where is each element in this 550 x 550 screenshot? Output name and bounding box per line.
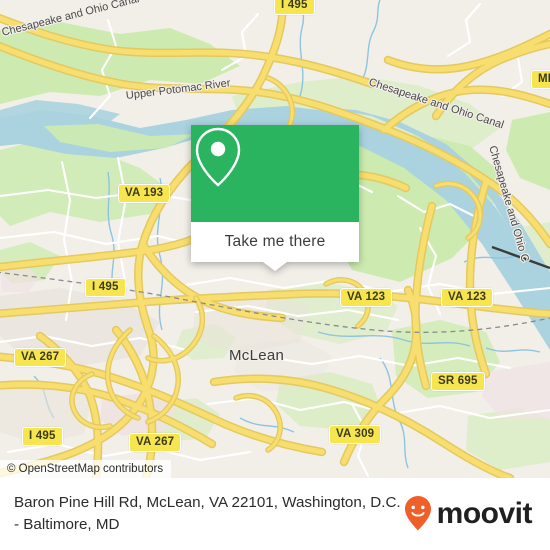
popup-pointer: [263, 262, 287, 271]
popup-action-bar[interactable]: Take me there: [191, 222, 359, 262]
map-canvas[interactable]: McLean Chesapeake and Ohio Canal Upper P…: [0, 0, 550, 478]
route-shield-va123-east[interactable]: VA 123: [441, 288, 494, 307]
take-me-there-label: Take me there: [224, 233, 326, 250]
route-shield-va309[interactable]: VA 309: [329, 425, 382, 444]
popup-header: [191, 125, 359, 222]
route-shield-sr695[interactable]: SR 695: [431, 372, 485, 391]
route-shield-va123-west[interactable]: VA 123: [340, 288, 393, 307]
route-shield-i495-north[interactable]: I 495: [274, 0, 315, 15]
moovit-logo[interactable]: moovit: [403, 495, 536, 533]
route-shield-i495-south[interactable]: I 495: [22, 427, 63, 446]
footer-bar: Baron Pine Hill Rd, McLean, VA 22101, Wa…: [0, 478, 550, 550]
moovit-smiley-pin-icon: [404, 496, 431, 531]
map-pin-icon: [195, 127, 241, 187]
map-attribution[interactable]: © OpenStreetMap contributors: [0, 460, 172, 478]
location-popup-card[interactable]: Take me there: [191, 125, 359, 271]
moovit-wordmark: moovit: [436, 497, 533, 530]
route-shield-va267-west[interactable]: VA 267: [14, 348, 67, 367]
route-shield-i495-west[interactable]: I 495: [85, 278, 126, 297]
route-shield-va193[interactable]: VA 193: [118, 184, 171, 203]
address-text: Baron Pine Hill Rd, McLean, VA 22101, Wa…: [14, 494, 401, 533]
route-shield-va267-east[interactable]: VA 267: [129, 433, 182, 452]
map-screenshot: McLean Chesapeake and Ohio Canal Upper P…: [0, 0, 550, 550]
route-shield-md[interactable]: MD: [531, 70, 550, 89]
